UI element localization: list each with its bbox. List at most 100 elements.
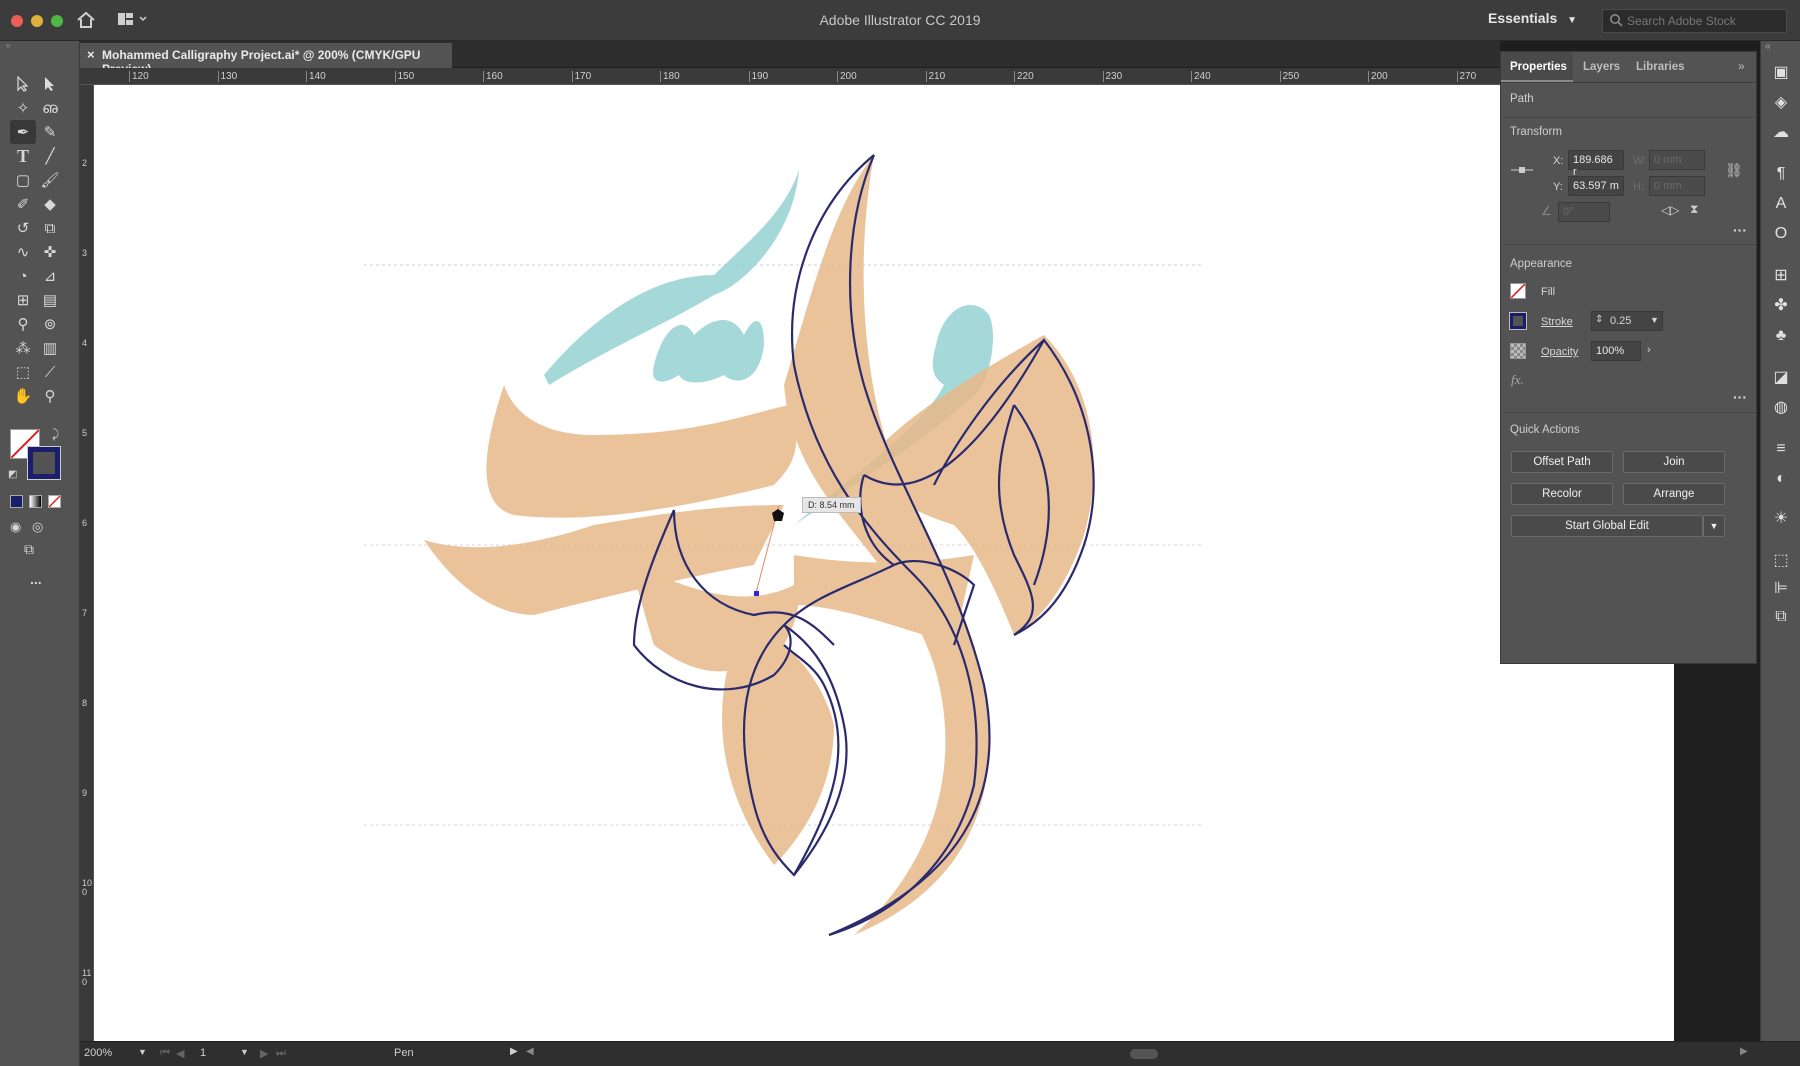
tab-layers[interactable]: Layers <box>1583 52 1633 82</box>
recolor-button[interactable]: Recolor <box>1511 483 1613 505</box>
status-menu-arrow-icon[interactable]: ▶ <box>510 1046 518 1057</box>
shaper-tool-icon[interactable]: ✐ <box>10 192 36 216</box>
artboard-dropdown-chevron-icon[interactable]: ▼ <box>240 1047 249 1057</box>
hand-tool-icon[interactable]: ✋ <box>10 384 36 408</box>
symbols-panel-icon[interactable]: ♣ <box>1770 325 1792 347</box>
horizontal-ruler[interactable]: 120 130 140 150 160 170 180 190 200 210 220 230 240 2… <box>80 68 1500 85</box>
pathfinder-panel-icon[interactable]: ◐ <box>1770 468 1792 490</box>
calligraphy-artwork[interactable] <box>94 85 1674 1041</box>
lasso-tool-icon[interactable]: ഌ <box>37 96 63 120</box>
magic-wand-tool-icon[interactable]: ✧ <box>10 96 36 120</box>
more-appearance-options-icon[interactable]: ··· <box>1733 389 1747 405</box>
appearance-panel-icon[interactable]: ☀ <box>1770 508 1792 530</box>
fill-color-swatch[interactable] <box>1510 283 1526 299</box>
selection-tool-icon[interactable] <box>10 72 36 96</box>
drawing-mode-inside-icon[interactable]: ◎ <box>32 519 43 535</box>
zoom-level[interactable]: 200% <box>84 1047 112 1059</box>
workspace-switcher[interactable]: Essentials ▼ <box>1488 10 1577 32</box>
curvature-tool-icon[interactable]: ✎ <box>37 120 63 144</box>
eraser-tool-icon[interactable]: ◆ <box>37 192 63 216</box>
align-panel-icon[interactable]: ⊫ <box>1770 578 1792 600</box>
swap-fill-stroke-icon[interactable]: ⤸ <box>52 427 59 442</box>
stroke-weight-field[interactable]: ⇕ 0.25 ▼ <box>1591 311 1663 331</box>
type-tool-icon[interactable]: T <box>10 144 36 168</box>
edit-toolbar-button[interactable]: ... <box>30 571 42 587</box>
tab-properties[interactable]: Properties <box>1501 52 1573 82</box>
asset-export-panel-icon[interactable]: ⧉ <box>1770 606 1792 628</box>
shape-builder-tool-icon[interactable]: ◔ <box>10 264 36 288</box>
rotate-angle-field[interactable]: 0° <box>1558 202 1610 222</box>
mesh-tool-icon[interactable]: ⊞ <box>10 288 36 312</box>
anchor-point[interactable] <box>754 591 759 596</box>
slice-tool-icon[interactable]: ⟋ <box>37 360 63 384</box>
close-tab-icon[interactable]: × <box>87 47 95 62</box>
zoom-tool-icon[interactable]: ⚲ <box>37 384 63 408</box>
document-tab[interactable]: × Mohammed Calligraphy Project.ai* @ 200… <box>80 43 452 76</box>
pen-tool-icon[interactable]: ✒ <box>10 120 36 144</box>
color-mode-gradient-icon[interactable] <box>29 495 42 508</box>
perspective-grid-tool-icon[interactable]: ⊿ <box>37 264 63 288</box>
first-artboard-icon[interactable]: ⏮ <box>160 1047 170 1060</box>
paintbrush-tool-icon[interactable]: 🖌 <box>37 168 63 192</box>
collapse-toolbar-icon[interactable]: « <box>6 41 74 50</box>
maximize-window-button[interactable] <box>51 15 63 27</box>
gradient-tool-icon[interactable]: ▤ <box>37 288 63 312</box>
draw-mode-icon[interactable]: ◉ <box>10 519 21 535</box>
chevron-down-icon[interactable]: ▼ <box>1650 315 1659 325</box>
symbol-sprayer-tool-icon[interactable]: ⁂ <box>10 336 36 360</box>
opacity-icon[interactable] <box>1510 343 1526 359</box>
blend-tool-icon[interactable]: ⊚ <box>37 312 63 336</box>
scale-tool-icon[interactable]: ⧉ <box>37 216 63 240</box>
arrange-button[interactable]: Arrange <box>1623 483 1725 505</box>
artboard-tool-icon[interactable]: ⬚ <box>10 360 36 384</box>
constrain-proportions-icon[interactable]: ⛓ <box>1725 162 1743 179</box>
zoom-dropdown-chevron-icon[interactable]: ▼ <box>138 1047 147 1057</box>
horizontal-scrollbar-thumb[interactable] <box>1130 1049 1158 1059</box>
column-graph-tool-icon[interactable]: ▥ <box>37 336 63 360</box>
stroke-label[interactable]: Stroke <box>1541 316 1573 328</box>
vertical-ruler[interactable]: 2 3 4 5 6 7 8 9 100 110 <box>80 85 94 1041</box>
brushes-panel-icon[interactable]: ✤ <box>1770 295 1792 317</box>
scroll-right-icon[interactable]: ▶ <box>1740 1046 1748 1057</box>
x-position-field[interactable]: 189.686 r <box>1568 150 1624 178</box>
fx-button[interactable]: fx. <box>1511 372 1524 388</box>
y-position-field[interactable]: 63.597 m <box>1568 176 1624 196</box>
global-edit-options-chevron-icon[interactable]: ▼ <box>1703 515 1725 537</box>
start-global-edit-button[interactable]: Start Global Edit <box>1511 515 1703 537</box>
join-button[interactable]: Join <box>1623 451 1725 473</box>
artboard-number[interactable]: 1 <box>200 1047 206 1059</box>
artboards-panel-icon[interactable]: ⬚ <box>1770 550 1792 572</box>
graphic-styles-panel-icon[interactable]: ◪ <box>1770 367 1792 389</box>
swatches-panel-icon[interactable]: ◍ <box>1770 397 1792 419</box>
scroll-left-icon[interactable]: ◀ <box>526 1046 534 1057</box>
screen-mode-icon[interactable]: ⧉ <box>24 541 34 558</box>
opentype-panel-icon[interactable]: O <box>1770 223 1792 245</box>
rectangle-tool-icon[interactable]: ▢ <box>10 168 36 192</box>
line-segment-tool-icon[interactable]: ╱ <box>37 144 63 168</box>
default-fill-stroke-icon[interactable]: ◩ <box>8 469 17 480</box>
direct-selection-tool-icon[interactable] <box>37 72 63 96</box>
close-window-button[interactable] <box>11 15 23 27</box>
color-mode-none-icon[interactable] <box>48 495 61 508</box>
height-field[interactable]: 0 mm <box>1649 176 1705 196</box>
stroke-panel-icon[interactable]: ≡ <box>1770 438 1792 460</box>
stock-search-input[interactable]: Search Adobe Stock <box>1602 9 1787 33</box>
color-mode-color-icon[interactable] <box>10 495 23 508</box>
stroke-color-swatch[interactable] <box>1509 312 1527 330</box>
flip-vertical-icon[interactable]: ⧗ <box>1690 202 1698 217</box>
artboard[interactable]: D: 8.54 mm <box>94 85 1674 1041</box>
opacity-field[interactable]: 100% <box>1591 341 1641 361</box>
tab-libraries[interactable]: Libraries <box>1636 52 1696 82</box>
previous-artboard-icon[interactable]: ◀ <box>176 1047 184 1060</box>
panel-menu-icon[interactable]: » <box>1738 59 1745 73</box>
paragraph-panel-icon[interactable]: ¶ <box>1770 163 1792 185</box>
libraries-panel-icon[interactable]: ☁ <box>1770 122 1792 144</box>
home-icon[interactable] <box>76 11 96 32</box>
opacity-label[interactable]: Opacity <box>1541 346 1578 358</box>
minimize-window-button[interactable] <box>31 15 43 27</box>
collapse-dock-icon[interactable]: « <box>1765 41 1771 52</box>
last-artboard-icon[interactable]: ⏭ <box>276 1047 286 1060</box>
next-artboard-icon[interactable]: ▶ <box>260 1047 268 1060</box>
stroke-stepper-icon[interactable]: ⇕ <box>1595 314 1603 325</box>
reference-point-icon[interactable] <box>1511 164 1533 178</box>
